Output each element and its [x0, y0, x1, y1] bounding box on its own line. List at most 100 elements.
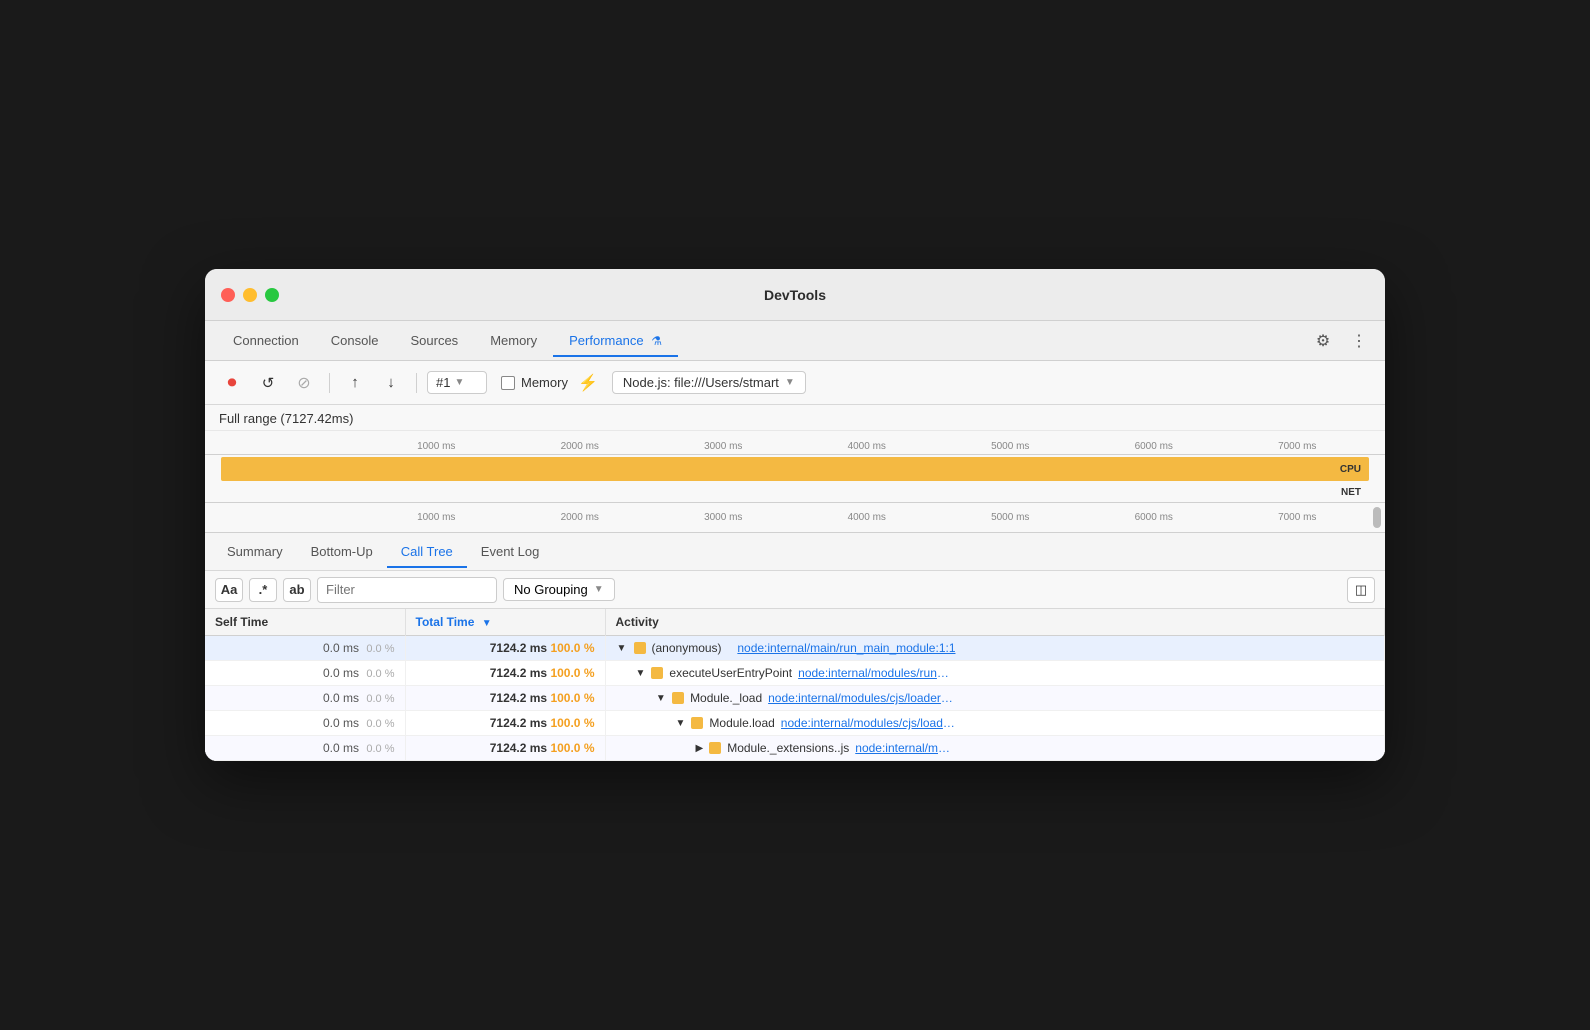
- regex-button[interactable]: .*: [249, 578, 277, 602]
- close-button[interactable]: [221, 288, 235, 302]
- self-time-cell: 0.0 ms 0.0 %: [205, 736, 405, 761]
- activity-name: Module._extensions..js: [727, 741, 849, 755]
- activity-link[interactable]: node:internal/modules/cjs/loader:: [855, 741, 955, 755]
- self-time-cell: 0.0 ms 0.0 %: [205, 711, 405, 736]
- ruler-mark-2000: 2000 ms: [508, 441, 652, 452]
- scrollbar-thumb[interactable]: [1373, 507, 1381, 528]
- record-button[interactable]: ⏺: [217, 369, 247, 397]
- tree-arrow[interactable]: ▼: [676, 718, 686, 729]
- maximize-button[interactable]: [265, 288, 279, 302]
- total-time-cell: 7124.2 ms 100.0 %: [405, 711, 605, 736]
- activity-link[interactable]: node:internal/modules/cjs/loader:1194:33: [781, 716, 956, 730]
- memory-label: Memory: [521, 375, 568, 390]
- activity-link[interactable]: node:internal/modules/run_main:127:31: [798, 666, 955, 680]
- separator-2: [416, 373, 417, 393]
- filter-input-wrap: [317, 577, 497, 603]
- case-button[interactable]: ab: [283, 578, 311, 602]
- table-row[interactable]: 0.0 ms 0.0 % 7124.2 ms 100.0 % ▶ Module.…: [205, 736, 1385, 761]
- header-activity[interactable]: Activity: [605, 609, 1385, 636]
- tree-arrow[interactable]: ▼: [616, 643, 628, 654]
- activity-color-box: [691, 717, 703, 729]
- activity-color-box: [651, 667, 663, 679]
- ruler-mark-4000: 4000 ms: [795, 441, 939, 452]
- tab-sources[interactable]: Sources: [394, 325, 474, 356]
- devtools-window: DevTools Connection Console Sources Memo…: [205, 269, 1385, 761]
- flush-icon[interactable]: ⚡: [578, 373, 598, 393]
- ruler-bottom-mark-6000: 6000 ms: [1082, 512, 1226, 523]
- tab-eventlog[interactable]: Event Log: [467, 536, 554, 567]
- timeline-ruler-top: 0 1000 ms 2000 ms 3000 ms 4000 ms 5000 m…: [205, 431, 1385, 455]
- tab-summary[interactable]: Summary: [213, 536, 297, 567]
- aa-button[interactable]: Aa: [215, 578, 243, 602]
- activity-link[interactable]: node:internal/modules/cjs/loader:950:24: [768, 691, 955, 705]
- table-row[interactable]: 0.0 ms 0.0 % 7124.2 ms 100.0 % ▼ execute…: [205, 661, 1385, 686]
- recording-dropdown-arrow: ▼: [454, 377, 464, 388]
- title-bar: DevTools: [205, 269, 1385, 321]
- table-container: Self Time Total Time ▼ Activity: [205, 609, 1385, 761]
- tree-arrow[interactable]: ▼: [656, 693, 667, 704]
- grouping-label: No Grouping: [514, 582, 588, 597]
- total-time-cell: 7124.2 ms 100.0 %: [405, 661, 605, 686]
- table-row[interactable]: 0.0 ms 0.0 % 7124.2 ms 100.0 % ▼ Module.…: [205, 711, 1385, 736]
- sort-arrow: ▼: [482, 618, 492, 629]
- activity-content: ▼ (anonymous) node:internal/main/run_mai…: [616, 641, 956, 655]
- ruler-mark-7000: 7000 ms: [1226, 441, 1370, 452]
- range-label: Full range (7127.42ms): [219, 411, 353, 426]
- tab-connection[interactable]: Connection: [217, 325, 315, 356]
- activity-content: ▼ Module._load node:internal/modules/cjs…: [616, 691, 956, 705]
- self-time-cell: 0.0 ms 0.0 %: [205, 636, 405, 661]
- table-row[interactable]: 0.0 ms 0.0 % 7124.2 ms 100.0 % ▼ Module.…: [205, 686, 1385, 711]
- nav-actions: ⚙ ⋮: [1309, 327, 1373, 355]
- nav-tabs: Connection Console Sources Memory Perfor…: [217, 325, 1309, 356]
- ruler-bottom-mark-3000: 3000 ms: [652, 512, 796, 523]
- net-bar: NET: [221, 485, 1369, 500]
- nav-bar: Connection Console Sources Memory Perfor…: [205, 321, 1385, 361]
- data-table: Self Time Total Time ▼ Activity: [205, 609, 1385, 761]
- tab-calltree[interactable]: Call Tree: [387, 536, 467, 567]
- activity-cell: ▼ Module._load node:internal/modules/cjs…: [605, 686, 1385, 711]
- activity-link[interactable]: node:internal/main/run_main_module:1:1: [737, 641, 955, 655]
- ruler-bottom-mark-4000: 4000 ms: [795, 512, 939, 523]
- header-total-time[interactable]: Total Time ▼: [405, 609, 605, 636]
- ruler-bottom-marks: 0 1000 ms 2000 ms 3000 ms 4000 ms 5000 m…: [221, 512, 1369, 523]
- upload-button[interactable]: ↑: [340, 369, 370, 397]
- reload-button[interactable]: ↺: [253, 369, 283, 397]
- memory-checkbox-area: Memory ⚡: [501, 373, 598, 393]
- recording-selector[interactable]: #1 ▼: [427, 371, 487, 394]
- activity-content: ▶ Module._extensions..js node:internal/m…: [616, 741, 956, 755]
- target-dropdown-arrow: ▼: [785, 377, 795, 388]
- activity-cell: ▼ (anonymous) node:internal/main/run_mai…: [605, 636, 1385, 661]
- target-label: Node.js: file:///Users/stmart: [623, 375, 779, 390]
- activity-cell: ▶ Module._extensions..js node:internal/m…: [605, 736, 1385, 761]
- ruler-mark-5000: 5000 ms: [939, 441, 1083, 452]
- recording-label: #1: [436, 375, 450, 390]
- ruler-mark-3000: 3000 ms: [652, 441, 796, 452]
- panel-toggle-button[interactable]: ◫: [1347, 577, 1375, 603]
- minimize-button[interactable]: [243, 288, 257, 302]
- activity-color-box: [709, 742, 721, 754]
- tab-performance[interactable]: Performance ⚗: [553, 325, 678, 356]
- memory-checkbox[interactable]: [501, 376, 515, 390]
- tab-memory[interactable]: Memory: [474, 325, 553, 356]
- tree-arrow[interactable]: ▶: [696, 743, 704, 754]
- activity-name: executeUserEntryPoint: [669, 666, 792, 680]
- activity-color-box: [672, 692, 684, 704]
- grouping-selector[interactable]: No Grouping ▼: [503, 578, 615, 601]
- tab-bottomup[interactable]: Bottom-Up: [297, 536, 387, 567]
- more-button[interactable]: ⋮: [1345, 327, 1373, 355]
- header-self-time[interactable]: Self Time: [205, 609, 405, 636]
- table-header-row: Self Time Total Time ▼ Activity: [205, 609, 1385, 636]
- panel-toggle-icon: ◫: [1355, 582, 1367, 598]
- clear-button[interactable]: ⊘: [289, 369, 319, 397]
- activity-color-box: [634, 642, 646, 654]
- tree-arrow[interactable]: ▼: [636, 668, 646, 679]
- table-row[interactable]: 0.0 ms 0.0 % 7124.2 ms 100.0 % ▼ (anonym…: [205, 636, 1385, 661]
- total-time-cell: 7124.2 ms 100.0 %: [405, 636, 605, 661]
- filter-input[interactable]: [317, 577, 497, 603]
- bottom-tabs: Summary Bottom-Up Call Tree Event Log: [205, 533, 1385, 571]
- download-button[interactable]: ↓: [376, 369, 406, 397]
- settings-button[interactable]: ⚙: [1309, 327, 1337, 355]
- target-selector[interactable]: Node.js: file:///Users/stmart ▼: [612, 371, 806, 394]
- tab-console[interactable]: Console: [315, 325, 395, 356]
- filter-toolbar: Aa .* ab No Grouping ▼ ◫: [205, 571, 1385, 609]
